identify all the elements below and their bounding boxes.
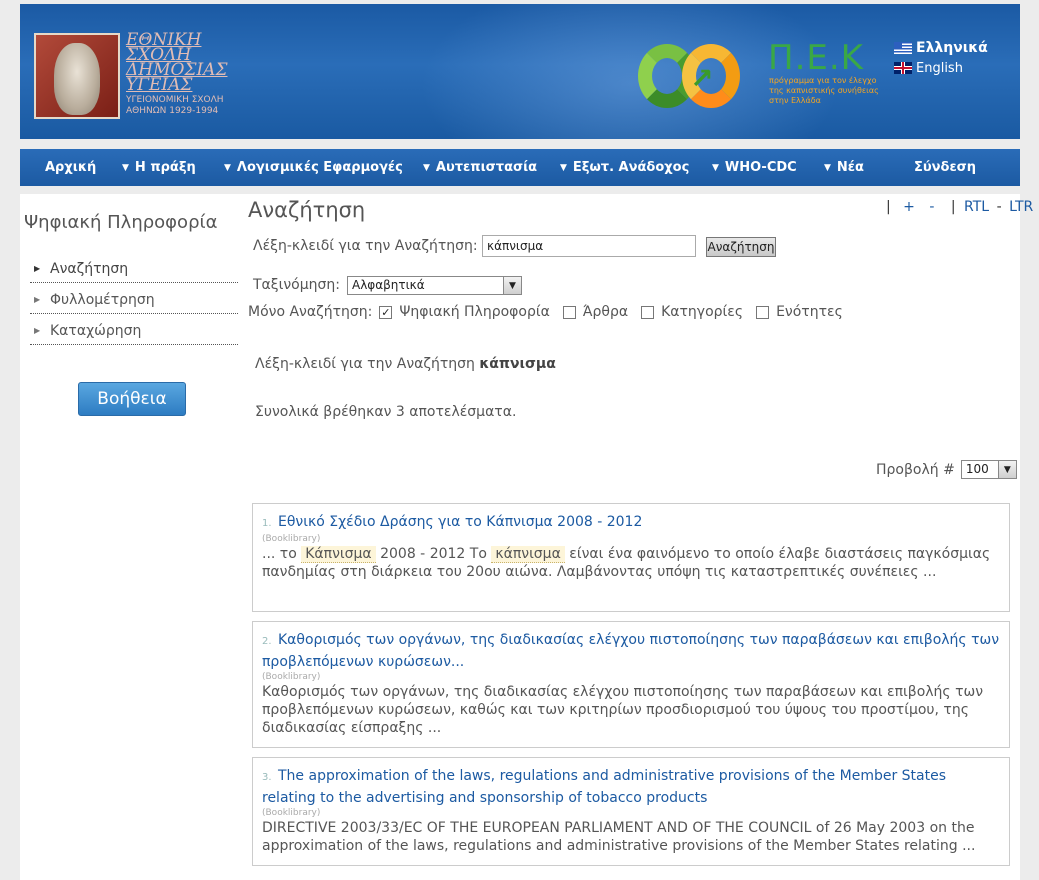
esdy-logo-text: ΕΘΝΙΚΗ ΣΧΟΛΗ ΔΗΜΟΣΙΑΣ ΥΓΕΙΑΣ ΥΓΕΙΟΝΟΜΙΚΗ… — [126, 30, 228, 117]
nav-item-software[interactable]: ▼ Λογισμικές Εφαρμογές — [224, 149, 403, 186]
search-button[interactable]: Αναζήτηση — [706, 237, 776, 257]
sort-label: Ταξινόμηση: — [253, 277, 340, 293]
caret-down-icon: ▼ — [824, 162, 831, 173]
caret-down-icon: ▼ — [712, 162, 719, 173]
filter-categories-label: Κατηγορίες — [661, 304, 744, 320]
search-filters: Μόνο Αναζήτηση: ✓ Ψηφιακή Πληροφορία Άρθ… — [248, 302, 849, 322]
sidebar-item-submit[interactable]: ▶ Καταχώρηση — [30, 317, 238, 345]
filter-digital-info-checkbox[interactable]: ✓ — [379, 305, 393, 319]
highlight: κάπνισμα — [491, 546, 565, 563]
arrow-up-icon: ↗ — [690, 62, 714, 95]
page-size-control: Προβολή # 100 ▼ — [876, 460, 1017, 479]
filter-articles-checkbox[interactable] — [562, 305, 576, 319]
font-decrease-link[interactable]: - — [929, 199, 934, 215]
result-item: 2. Καθορισμός των οργάνων, της διαδικασί… — [252, 621, 1010, 748]
keyword-input[interactable]: κάπνισμα — [482, 235, 696, 257]
pek-letters: Π.Ε.Κ — [768, 38, 864, 78]
sidebar-item-search[interactable]: ▶ Αναζήτηση — [30, 255, 238, 283]
nav-item-praxi[interactable]: ▼ Η πράξη — [122, 149, 196, 186]
caret-down-icon: ▼ — [224, 162, 231, 173]
greek-flag-icon — [894, 42, 912, 54]
filter-sections-label: Ενότητες — [776, 304, 843, 320]
pek-tagline: πρόγραμμα για τον έλεγχο της καπνιστικής… — [769, 76, 879, 105]
caret-down-icon: ▼ — [560, 162, 567, 173]
sidebar-title: Ψηφιακή Πληροφορία — [24, 212, 218, 233]
result-title-link[interactable]: 3. The approximation of the laws, regula… — [262, 766, 1001, 808]
highlight: Κάπνισμα — [301, 546, 376, 563]
rtl-link[interactable]: RTL — [964, 199, 989, 215]
nav-item-home[interactable]: Αρχική — [45, 149, 96, 186]
font-increase-link[interactable]: + — [903, 199, 915, 215]
only-search-label: Μόνο Αναζήτηση: — [248, 304, 373, 320]
triangle-right-icon: ▶ — [34, 326, 41, 335]
text-direction-links: | + - | RTL - LTR — [886, 199, 1033, 215]
separator: | — [886, 199, 891, 215]
result-snippet: Καθορισμός των οργάνων, της διαδικασίας … — [262, 684, 984, 736]
content-area: Ψηφιακή Πληροφορία ▶ Αναζήτηση ▶ Φυλλομέ… — [20, 194, 1033, 880]
lang-greek-link[interactable]: Ελληνικά — [894, 38, 988, 58]
main-nav: Αρχική ▼ Η πράξη ▼ Λογισμικές Εφαρμογές … — [20, 149, 1020, 186]
result-snippet: DIRECTIVE 2003/33/EC OF THE EUROPEAN PAR… — [262, 820, 976, 854]
keyword-label: Λέξη-κλειδί για την Αναζήτηση: — [253, 238, 478, 254]
statue-face — [54, 43, 100, 115]
filter-categories-checkbox[interactable] — [641, 305, 655, 319]
result-item: 1. Εθνικό Σχέδιο Δράσης για το Κάπνισμα … — [252, 503, 1010, 612]
statue-photo — [34, 33, 120, 119]
result-title-link[interactable]: 1. Εθνικό Σχέδιο Δράσης για το Κάπνισμα … — [262, 512, 1001, 534]
result-source: (Booklibrary) — [262, 808, 321, 818]
page-size-select[interactable]: 100 ▼ — [960, 460, 1017, 479]
triangle-right-icon: ▶ — [34, 264, 41, 273]
sort-select[interactable]: Αλφαβητικά ▼ — [347, 276, 522, 295]
nav-item-news[interactable]: ▼ Νέα — [824, 149, 864, 186]
results-count: Συνολικά βρέθηκαν 3 αποτελέσματα. — [255, 404, 517, 420]
caret-down-icon: ▼ — [423, 162, 430, 173]
separator: | — [950, 199, 956, 215]
chevron-down-icon[interactable]: ▼ — [503, 277, 521, 294]
uk-flag-icon — [894, 62, 912, 74]
nav-item-who-cdc[interactable]: ▼ WHO-CDC — [712, 149, 797, 186]
nav-item-login[interactable]: Σύνδεση — [914, 149, 976, 186]
nav-item-contractor[interactable]: ▼ Εξωτ. Ανάδοχος — [560, 149, 689, 186]
esdy-logo[interactable]: ΕΘΝΙΚΗ ΣΧΟΛΗ ΔΗΜΟΣΙΑΣ ΥΓΕΙΑΣ ΥΓΕΙΟΝΟΜΙΚΗ… — [34, 30, 234, 123]
caret-down-icon: ▼ — [122, 162, 129, 173]
filter-digital-info-label: Ψηφιακή Πληροφορία — [399, 304, 550, 320]
chevron-down-icon[interactable]: ▼ — [997, 461, 1016, 478]
result-snippet: ... το Κάπνισμα 2008 - 2012 Το κάπνισμα … — [262, 546, 991, 580]
page-title: Αναζήτηση — [248, 198, 366, 222]
pek-logo[interactable]: ↗ Π.Ε.Κ πρόγραμμα για τον έλεγχο της καπ… — [638, 38, 879, 120]
site-header: ΕΘΝΙΚΗ ΣΧΟΛΗ ΔΗΜΟΣΙΑΣ ΥΓΕΙΑΣ ΥΓΕΙΟΝΟΜΙΚΗ… — [20, 4, 1020, 139]
ltr-link[interactable]: LTR — [1009, 199, 1033, 215]
sidebar-item-browse[interactable]: ▶ Φυλλομέτρηση — [30, 286, 238, 314]
language-switcher: Ελληνικά English — [894, 38, 988, 78]
result-item: 3. The approximation of the laws, regula… — [252, 757, 1010, 866]
lang-english-link[interactable]: English — [894, 58, 988, 78]
nav-item-autepistasia[interactable]: ▼ Αυτεπιστασία — [423, 149, 537, 186]
result-source: (Booklibrary) — [262, 534, 321, 544]
rtl-ltr-dash: - — [996, 199, 1002, 215]
triangle-right-icon: ▶ — [34, 295, 41, 304]
result-title-link[interactable]: 2. Καθορισμός των οργάνων, της διαδικασί… — [262, 630, 1001, 672]
help-button[interactable]: Βοήθεια — [78, 382, 186, 416]
search-keyword-summary: Λέξη-κλειδί για την Αναζήτηση κάπνισμα — [255, 356, 556, 372]
filter-sections-checkbox[interactable] — [756, 305, 770, 319]
result-source: (Booklibrary) — [262, 672, 321, 682]
filter-articles-label: Άρθρα — [582, 304, 629, 320]
